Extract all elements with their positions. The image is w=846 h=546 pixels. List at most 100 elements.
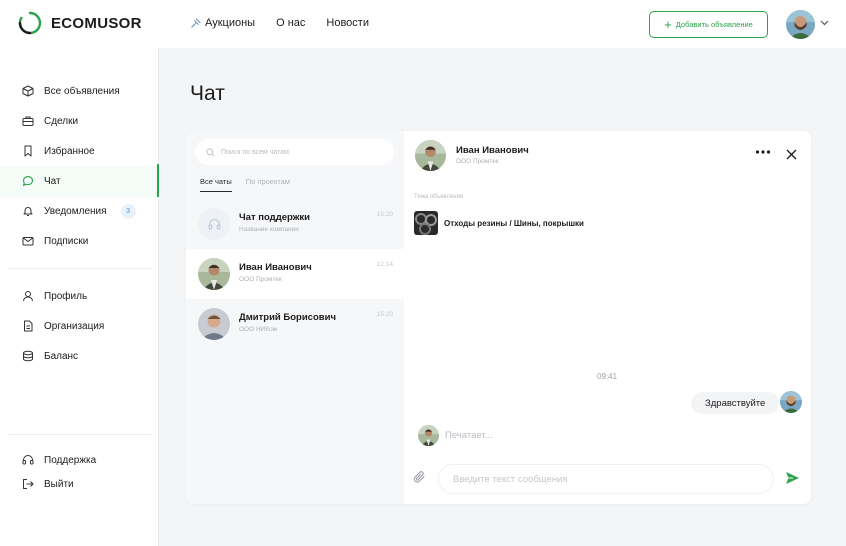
sidebar-item-notifications[interactable]: Уведомления 3 <box>22 201 158 221</box>
mail-icon <box>22 237 34 246</box>
coins-icon <box>23 350 33 362</box>
message-text: Здравствуйте <box>705 397 766 409</box>
conversation-name: Чат поддержки <box>239 212 311 223</box>
sidebar-item-logout[interactable]: Выйти <box>22 474 158 494</box>
bookmark-icon <box>24 145 32 157</box>
conversation-company: ООО НИКом <box>239 326 278 333</box>
chat-icon <box>22 176 33 187</box>
conversation-item-dmitry[interactable]: Дмитрий Борисович ООО НИКом 15:20 <box>186 299 404 349</box>
tires-thumbnail-icon <box>414 211 438 235</box>
nav-about-label: О нас <box>276 17 306 29</box>
logout-icon <box>23 479 34 489</box>
sidebar-item-all-listings[interactable]: Все объявления <box>22 81 158 101</box>
sidebar-item-deals[interactable]: Сделки <box>22 111 158 131</box>
brand-name: ECOMUSOR <box>51 14 142 32</box>
conversation-list: Все чаты По проектам Чат поддержки Назва… <box>186 131 404 504</box>
conversation-company: ООО Промтек <box>239 276 282 283</box>
sidebar-item-label: Уведомления <box>44 205 107 217</box>
conversation-name: Дмитрий Борисович <box>239 312 336 323</box>
close-icon[interactable] <box>786 149 797 160</box>
person-photo-icon <box>198 258 230 290</box>
sidebar-item-label: Чат <box>44 175 61 187</box>
sidebar-divider <box>9 268 151 269</box>
sidebar-item-profile[interactable]: Профиль <box>22 286 158 306</box>
tab-all-chats[interactable]: Все чаты <box>200 177 232 192</box>
sidebar-item-support[interactable]: Поддержка <box>22 450 158 470</box>
document-icon <box>24 320 33 332</box>
avatar <box>198 258 230 290</box>
search-icon <box>206 147 215 156</box>
sidebar-item-label: Избранное <box>44 145 95 157</box>
user-icon <box>23 291 33 302</box>
sidebar-item-label: Подписки <box>44 235 89 247</box>
typing-indicator: Печатает... <box>445 430 493 441</box>
sidebar-item-organization[interactable]: Организация <box>22 316 158 336</box>
message-pane: Иван Иванович ООО Промтек Тема объявлени… <box>404 131 811 504</box>
sidebar-item-label: Сделки <box>44 115 79 127</box>
chevron-down-icon[interactable] <box>820 20 829 26</box>
add-listing-button[interactable]: + Добавить объявление <box>649 11 768 38</box>
nav-about[interactable]: О нас <box>276 17 305 29</box>
conversation-time: 15:20 <box>376 311 393 318</box>
contact-name: Иван Иванович <box>456 145 529 156</box>
more-options-icon[interactable] <box>755 149 771 155</box>
sidebar: Все объявления Сделки Избранное Чат Увед… <box>0 48 159 546</box>
nav-news[interactable]: Новости <box>326 17 369 29</box>
sidebar-item-balance[interactable]: Баланс <box>22 346 158 366</box>
contact-company: ООО Промтек <box>456 158 499 165</box>
page-title: Чат <box>190 82 225 105</box>
avatar <box>198 308 230 340</box>
person-photo-icon <box>198 308 230 340</box>
user-photo-icon <box>786 10 815 39</box>
avatar[interactable] <box>415 140 446 171</box>
person-photo-icon <box>418 425 439 446</box>
notification-count-badge: 3 <box>120 203 136 219</box>
sidebar-item-favorites[interactable]: Избранное <box>22 141 158 161</box>
search-input[interactable] <box>221 148 381 156</box>
paperclip-icon[interactable] <box>413 470 426 484</box>
sidebar-item-label: Все объявления <box>44 85 120 97</box>
message-time: 09:41 <box>597 372 618 381</box>
topic-label: Тема объявления <box>414 194 464 200</box>
sidebar-item-label: Поддержка <box>44 454 97 466</box>
nav-auctions-label: Аукционы <box>205 17 256 29</box>
chat-panel: Все чаты По проектам Чат поддержки Назва… <box>186 131 811 504</box>
auction-icon <box>191 17 201 28</box>
avatar[interactable] <box>786 10 815 39</box>
topic-title: Отходы резины / Шины, покрышки <box>444 218 584 228</box>
headset-icon <box>208 218 220 229</box>
sidebar-item-label: Профиль <box>44 290 88 302</box>
listing-topic[interactable]: Отходы резины / Шины, покрышки <box>414 211 584 235</box>
conversation-time: 12:14 <box>376 261 393 268</box>
sidebar-item-label: Выйти <box>44 478 74 490</box>
top-header: ECOMUSOR Аукционы О нас Новости + Добави… <box>0 0 846 48</box>
conversation-name: Иван Иванович <box>239 262 312 273</box>
sidebar-item-label: Организация <box>44 320 105 332</box>
sidebar-divider <box>9 434 151 435</box>
conversation-time: 15:20 <box>376 211 393 218</box>
sidebar-item-subscriptions[interactable]: Подписки <box>22 231 158 251</box>
conversation-item-support[interactable]: Чат поддержки Название компании 15:20 <box>186 199 404 249</box>
box-icon <box>22 85 34 97</box>
tab-by-projects[interactable]: По проектам <box>246 177 290 192</box>
sidebar-item-chat[interactable]: Чат <box>22 164 159 197</box>
conversation-item-ivan[interactable]: Иван Иванович ООО Промтек 12:14 <box>186 249 404 299</box>
message-input[interactable] <box>438 464 774 494</box>
logo-icon <box>18 11 42 35</box>
outgoing-message: Здравствуйте <box>691 392 780 414</box>
send-icon[interactable] <box>785 471 800 485</box>
nav-news-label: Новости <box>326 17 369 29</box>
bell-icon <box>23 207 33 216</box>
conversation-header: Иван Иванович ООО Промтек <box>404 131 811 179</box>
main-nav: Аукционы О нас Новости <box>190 17 390 29</box>
user-photo-icon <box>780 391 802 413</box>
avatar <box>418 425 439 446</box>
person-photo-icon <box>415 140 446 171</box>
support-avatar <box>198 208 230 240</box>
nav-auctions[interactable]: Аукционы <box>190 17 255 29</box>
headset-icon <box>22 455 34 465</box>
briefcase-icon <box>22 116 34 126</box>
chat-tabs: Все чаты По проектам <box>200 177 304 192</box>
logo[interactable]: ECOMUSOR <box>18 11 142 35</box>
avatar <box>780 391 802 413</box>
